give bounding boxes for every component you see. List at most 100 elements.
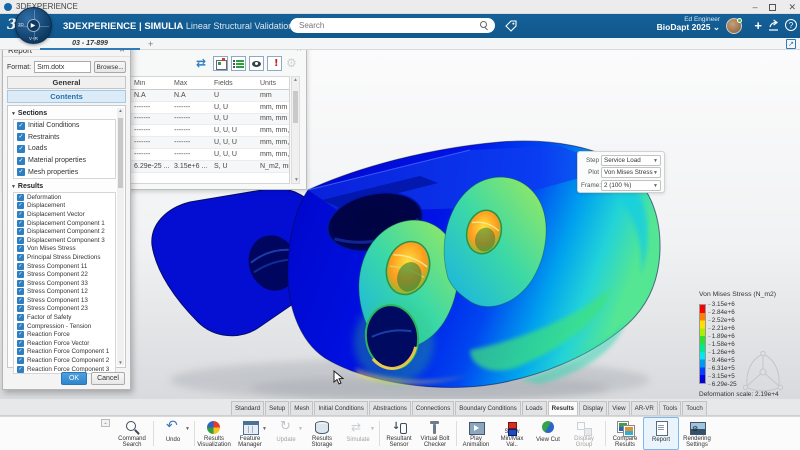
toolbar-item[interactable]: ▼ View Cut <box>530 417 566 450</box>
collapse-toolbar-icon[interactable]: ⌄ <box>101 419 110 427</box>
tab-general[interactable]: General <box>7 76 126 89</box>
toolbar-item[interactable]: ▼ Show Min/Max Val.. <box>494 417 530 450</box>
result-checkbox-row[interactable]: ✓ Von Mises Stress <box>14 245 115 254</box>
sync-icon[interactable] <box>195 56 210 71</box>
result-checkbox-row[interactable]: ✓ Principal Stress Directions <box>14 253 115 262</box>
compass-widget[interactable]: ▶ 3D V+R <box>15 7 52 44</box>
ribbon-tab[interactable]: Display <box>579 401 607 415</box>
eye-icon[interactable] <box>249 56 264 71</box>
cancel-button[interactable]: Cancel <box>91 372 125 385</box>
table-row[interactable]: N.A N.A U mm <box>130 90 289 102</box>
checkbox-checked-icon[interactable]: ✓ <box>17 357 24 364</box>
checkbox-checked-icon[interactable]: ✓ <box>17 263 24 270</box>
checkbox-checked-icon[interactable]: ✓ <box>17 314 24 321</box>
search-bar[interactable] <box>290 18 495 33</box>
result-checkbox-row[interactable]: ✓ Stress Component 12 <box>14 288 115 297</box>
compass-play-icon[interactable]: ▶ <box>27 19 40 32</box>
add-content-icon[interactable]: + <box>754 18 762 33</box>
checkbox-checked-icon[interactable]: ✓ <box>17 331 24 338</box>
toolbar-item[interactable]: ▼ Display Group <box>566 417 602 450</box>
ribbon-tab[interactable]: Results <box>548 401 578 415</box>
tag-icon[interactable] <box>505 20 517 32</box>
user-block[interactable]: Ed Engineer BioDapt 2025 ⌄ <box>657 16 720 33</box>
chevron-down-icon[interactable]: ▼ <box>370 426 375 432</box>
minimize-button[interactable]: – <box>752 2 757 12</box>
checkbox-checked-icon[interactable]: ✓ <box>17 348 24 355</box>
result-checkbox-row[interactable]: ✓ Reaction Force <box>14 330 115 339</box>
ribbon-tab[interactable]: Loads <box>522 401 547 415</box>
checkbox-checked-icon[interactable]: ✓ <box>17 194 24 201</box>
checkbox-checked-icon[interactable]: ✓ <box>17 323 24 330</box>
chevron-down-icon[interactable]: ▼ <box>298 426 303 432</box>
checkbox-checked-icon[interactable]: ✓ <box>17 202 24 209</box>
toolbar-item[interactable]: ▼ Rendering Settings <box>679 417 715 450</box>
section-checkbox-row[interactable]: ✓ Restraints <box>14 132 115 144</box>
result-checkbox-row[interactable]: ✓ Stress Component 22 <box>14 270 115 279</box>
step-select[interactable]: Service Load▼ <box>601 155 661 166</box>
toolbar-item[interactable]: ▼ Resultant Sensor <box>381 417 417 450</box>
dialog-scrollbar[interactable]: ▲▼ <box>117 108 124 365</box>
checkbox-checked-icon[interactable]: ✓ <box>17 280 24 287</box>
checkbox-checked-icon[interactable]: ✓ <box>17 168 25 176</box>
close-button[interactable]: ✕ <box>788 2 796 13</box>
checkbox-checked-icon[interactable]: ✓ <box>17 245 24 252</box>
list-icon[interactable] <box>231 56 246 71</box>
section-checkbox-row[interactable]: ✓ Loads <box>14 143 115 155</box>
checkbox-checked-icon[interactable]: ✓ <box>17 305 24 312</box>
result-checkbox-row[interactable]: ✓ Reaction Force Component 1 <box>14 348 115 357</box>
ribbon-tab[interactable]: Mesh <box>290 401 313 415</box>
warning-icon[interactable] <box>267 56 282 71</box>
checkbox-checked-icon[interactable]: ✓ <box>17 254 24 261</box>
format-input[interactable] <box>34 61 91 73</box>
toolbar-item[interactable]: ▼ Compare Results <box>607 417 643 450</box>
ribbon-tab[interactable]: Boundary Conditions <box>455 401 520 415</box>
document-tab[interactable]: 03 - 17-899 <box>40 38 140 50</box>
ribbon-tab[interactable]: Connections <box>412 401 454 415</box>
result-checkbox-row[interactable]: ✓ Compression - Tension <box>14 322 115 331</box>
checkbox-checked-icon[interactable]: ✓ <box>17 228 24 235</box>
ribbon-tab[interactable]: Setup <box>265 401 289 415</box>
result-checkbox-row[interactable]: ✓ Displacement Component 3 <box>14 236 115 245</box>
checkbox-checked-icon[interactable]: ✓ <box>17 122 25 130</box>
result-checkbox-row[interactable]: ✓ Stress Component 11 <box>14 262 115 271</box>
toolbar-item[interactable]: ▼ Results Storage <box>304 417 340 450</box>
ok-button[interactable]: OK <box>61 372 87 385</box>
toolbar-item[interactable]: ▼ Simulate <box>340 417 376 450</box>
result-checkbox-row[interactable]: ✓ Displacement Component 2 <box>14 227 115 236</box>
toolbar-item[interactable]: ▼ Results Visualization <box>196 417 232 450</box>
table-row[interactable]: 6.29e-25 ... 3.15e+6 ... S, U N_m2, mm <box>130 161 289 173</box>
checkbox-checked-icon[interactable]: ✓ <box>17 237 24 244</box>
result-checkbox-row[interactable]: ✓ Displacement <box>14 202 115 211</box>
result-checkbox-row[interactable]: ✓ Factor of Safety <box>14 313 115 322</box>
table-row[interactable]: ------- ------- U, U mm, mm <box>130 114 289 126</box>
toolbar-item[interactable]: ▼ Update <box>268 417 304 450</box>
search-input[interactable] <box>290 21 465 30</box>
help-icon[interactable]: ? <box>785 19 797 31</box>
toolbar-item[interactable]: ▼ Virtual Bolt Checker <box>417 417 453 450</box>
ribbon-tab[interactable]: Initial Conditions <box>314 401 367 415</box>
toolbar-item[interactable]: ▼ Command Search <box>114 417 150 450</box>
plot-selection-icon[interactable] <box>213 56 228 71</box>
table-scrollbar[interactable]: ▲▼ <box>291 76 300 184</box>
checkbox-checked-icon[interactable]: ✓ <box>17 211 24 218</box>
checkbox-checked-icon[interactable]: ✓ <box>17 271 24 278</box>
tenant-selector[interactable]: BioDapt 2025 ⌄ <box>657 23 720 33</box>
tab-contents[interactable]: Contents <box>7 90 126 103</box>
browse-button[interactable]: Browse... <box>94 61 126 73</box>
result-checkbox-row[interactable]: ✓ Deformation <box>14 193 115 202</box>
checkbox-checked-icon[interactable]: ✓ <box>17 133 25 141</box>
toolbar-item[interactable]: ▼ Feature Manager <box>232 417 268 450</box>
search-icon[interactable] <box>480 21 489 30</box>
ribbon-tab[interactable]: Standard <box>231 401 264 415</box>
table-row[interactable]: ------- ------- U, U, U mm, mm, mm <box>130 137 289 149</box>
toolbar-item[interactable]: ▼ Undo <box>155 417 191 450</box>
avatar[interactable] <box>726 18 742 34</box>
checkbox-checked-icon[interactable]: ✓ <box>17 220 24 227</box>
checkbox-checked-icon[interactable]: ✓ <box>17 288 24 295</box>
result-checkbox-row[interactable]: ✓ Stress Component 33 <box>14 279 115 288</box>
result-checkbox-row[interactable]: ✓ Reaction Force Vector <box>14 339 115 348</box>
new-tab-button[interactable]: + <box>148 38 153 50</box>
checkbox-checked-icon[interactable]: ✓ <box>17 145 25 153</box>
maximize-button[interactable] <box>769 4 776 11</box>
ribbon-tab[interactable]: AR-VR <box>631 401 658 415</box>
